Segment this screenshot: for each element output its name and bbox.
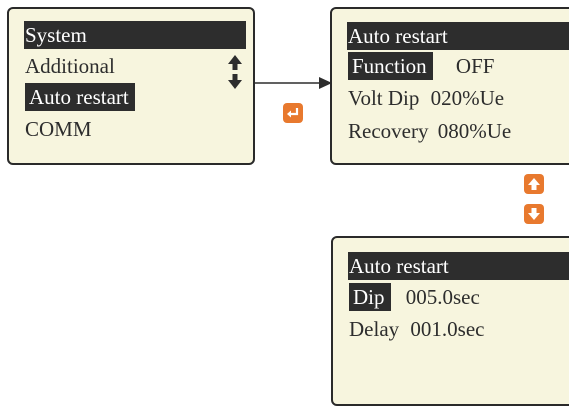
- function-row[interactable]: Function OFF: [348, 52, 494, 80]
- menu-screen: System Additional Auto restart COMM: [7, 7, 255, 165]
- scroll-up-down-icon: [228, 55, 242, 89]
- enter-key-icon[interactable]: [283, 103, 303, 123]
- recovery-row[interactable]: Recovery 080%Ue: [348, 117, 511, 145]
- menu-item-comm[interactable]: COMM: [25, 115, 92, 143]
- menu-item-auto-restart[interactable]: Auto restart: [25, 83, 135, 111]
- dip-label: Dip: [349, 283, 391, 311]
- up-key-icon[interactable]: [524, 174, 544, 194]
- down-key-icon[interactable]: [524, 204, 544, 224]
- function-value: OFF: [455, 54, 495, 78]
- recovery-label: Recovery: [348, 119, 429, 143]
- recovery-value: 080%Ue: [437, 119, 512, 143]
- arrow-right-icon: [255, 77, 332, 89]
- settings-title: Auto restart: [348, 24, 448, 48]
- menu-item-auto-restart-highlight: Auto restart: [25, 83, 135, 111]
- timing-title: Auto restart: [349, 254, 449, 278]
- volt-dip-label: Volt Dip: [348, 86, 420, 110]
- delay-label: Delay: [349, 317, 400, 341]
- delay-value: 001.0sec: [410, 317, 485, 341]
- menu-item-system[interactable]: System: [25, 21, 87, 49]
- dip-row[interactable]: Dip 005.0sec: [349, 283, 480, 311]
- menu-item-additional[interactable]: Additional: [25, 52, 115, 80]
- dip-value: 005.0sec: [405, 285, 480, 309]
- timing-screen: Auto restart Dip 005.0sec Delay 001.0sec: [331, 236, 569, 406]
- volt-dip-row[interactable]: Volt Dip 020%Ue: [348, 84, 504, 112]
- function-label: Function: [348, 52, 433, 80]
- volt-dip-value: 020%Ue: [430, 86, 505, 110]
- delay-row[interactable]: Delay 001.0sec: [349, 315, 484, 343]
- settings-screen: Auto restart Function OFF Volt Dip 020%U…: [330, 7, 569, 165]
